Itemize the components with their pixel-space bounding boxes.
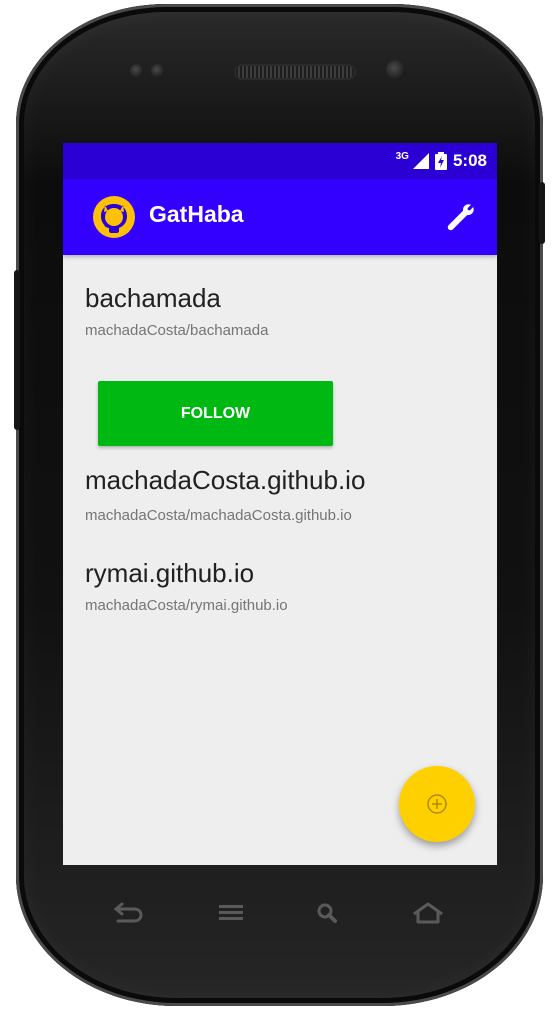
network-type-label: 3G xyxy=(395,150,409,162)
battery-icon xyxy=(434,152,447,170)
side-button-right xyxy=(539,182,545,244)
repo-path: machadaCosta/machadaCosta.github.io xyxy=(85,507,352,524)
repo-name: machadaCosta.github.io xyxy=(85,465,366,495)
sensor-dot-right xyxy=(151,64,165,78)
github-cat-icon xyxy=(93,196,135,238)
app-title: GatHaba xyxy=(149,201,244,227)
status-time: 5:08 xyxy=(452,151,487,170)
repo-name: rymai.github.io xyxy=(85,558,255,588)
back-icon[interactable] xyxy=(108,898,148,928)
repo-path: machadaCosta/rymai.github.io xyxy=(85,597,288,614)
repo-path: machadaCosta/bachamada xyxy=(85,322,269,339)
repo-name: bachamada xyxy=(85,283,221,313)
front-camera xyxy=(386,60,406,80)
signal-icon xyxy=(412,153,429,169)
app-bar: GatHaba xyxy=(63,179,497,255)
menu-icon[interactable] xyxy=(211,898,251,928)
nav-bar xyxy=(63,880,497,945)
sensor-dot-left xyxy=(130,64,144,78)
status-bar: 3G 5:08 xyxy=(63,143,497,179)
earpiece-speaker xyxy=(236,66,354,78)
screen: 3G 5:08 GatHaba bachamada machadaCosta/b… xyxy=(63,143,497,865)
home-icon[interactable] xyxy=(408,898,448,928)
wrench-icon[interactable] xyxy=(443,199,479,235)
add-fab-button[interactable] xyxy=(399,766,475,842)
side-button-left xyxy=(14,270,20,430)
add-circle-icon xyxy=(427,794,447,814)
search-icon[interactable] xyxy=(308,898,348,928)
follow-button[interactable]: FOLLOW xyxy=(98,381,333,446)
status-indicators: 3G 5:08 xyxy=(396,151,487,171)
